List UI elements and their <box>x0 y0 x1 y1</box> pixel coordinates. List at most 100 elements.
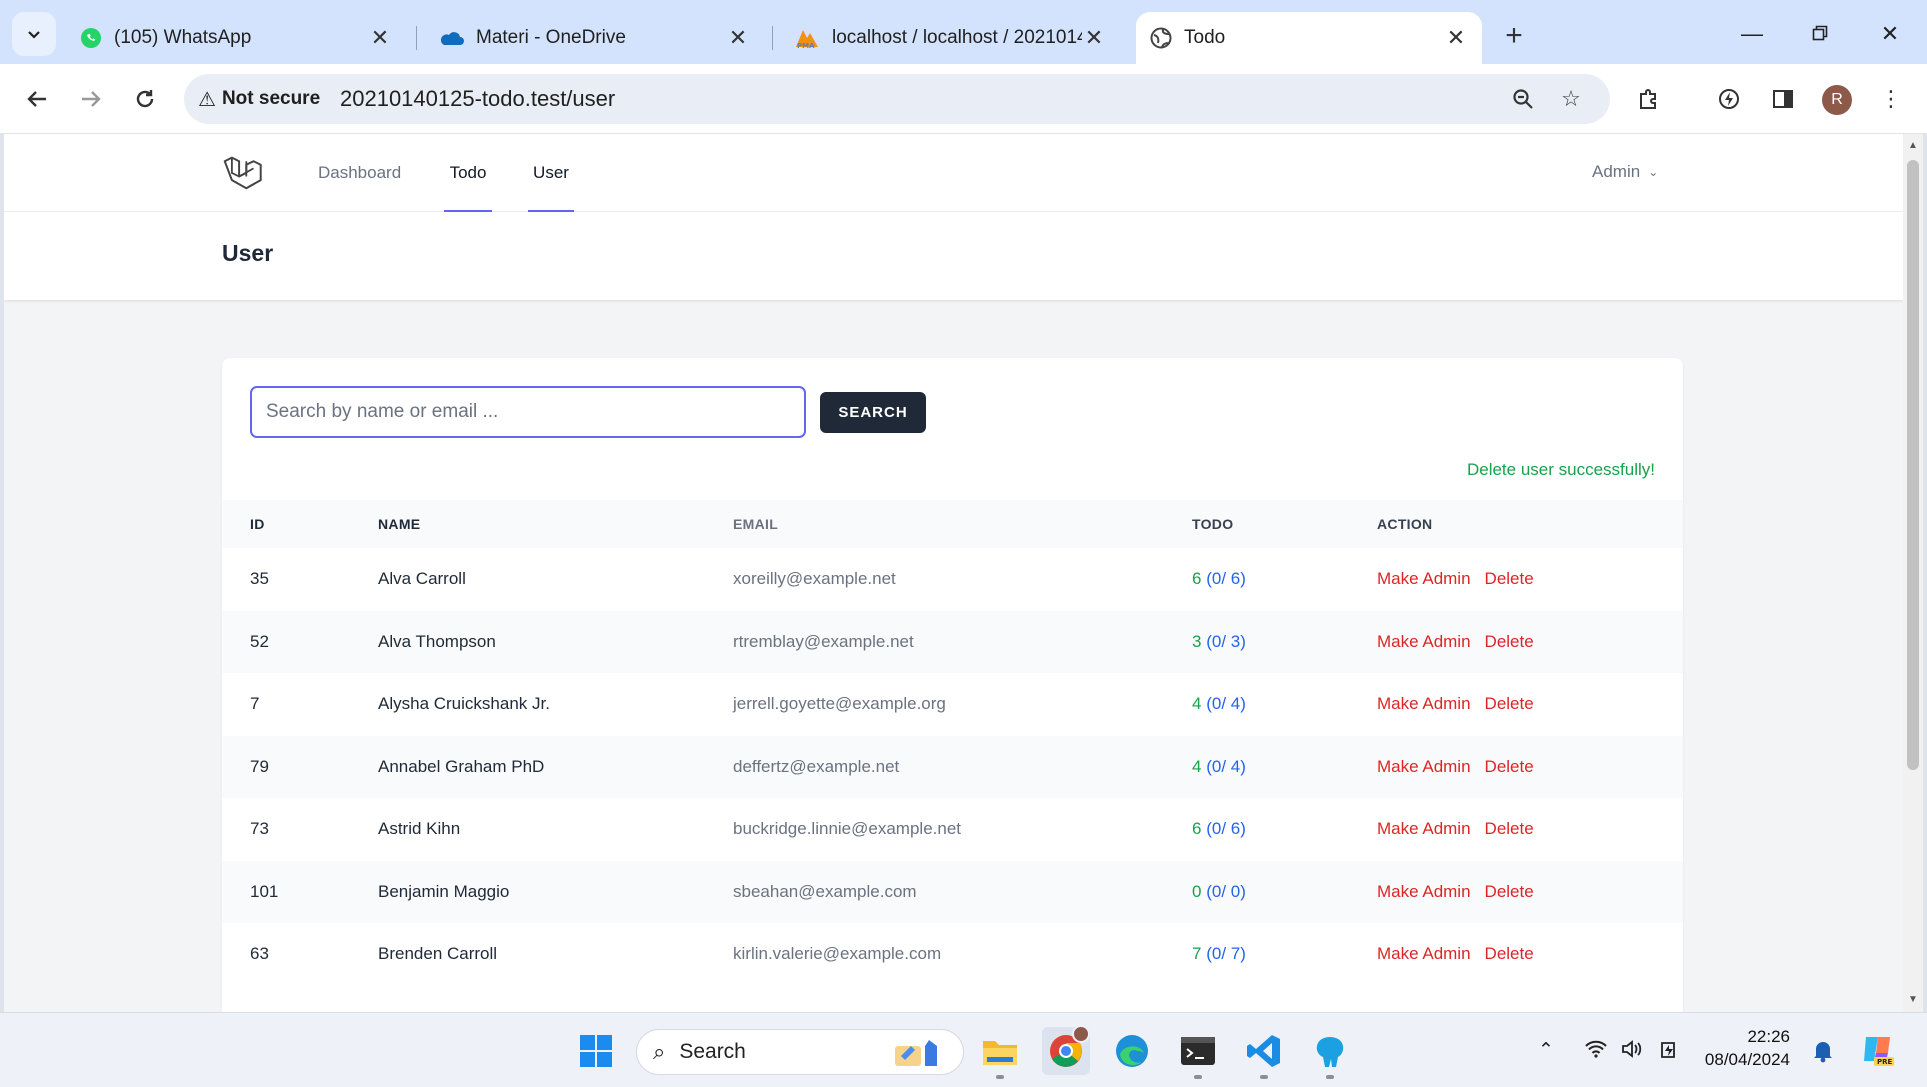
todo-progress: (0/ 6) <box>1206 569 1246 588</box>
forward-button[interactable] <box>70 78 112 120</box>
column-header-email: EMAIL <box>733 516 779 532</box>
make-admin-link[interactable]: Make Admin <box>1377 882 1471 901</box>
close-icon[interactable]: ✕ <box>1444 25 1468 51</box>
copilot-icon[interactable]: PRE <box>1860 1031 1896 1073</box>
page-scrollbar[interactable]: ▲ ▼ <box>1903 134 1923 1012</box>
account-name: Admin <box>1592 162 1641 181</box>
reload-button[interactable] <box>124 78 166 120</box>
windows-logo-icon <box>580 1035 612 1067</box>
nav-dashboard-link[interactable]: Dashboard <box>318 134 401 212</box>
url-text[interactable]: 20210140125-todo.test/user <box>340 74 615 124</box>
column-header-todo: TODO <box>1192 516 1234 532</box>
nav-user-link[interactable]: User <box>528 134 574 212</box>
taskbar-search-box[interactable]: ⌕ Search <box>636 1029 964 1075</box>
volume-icon[interactable] <box>1620 1039 1644 1065</box>
vscode-button[interactable] <box>1240 1027 1288 1079</box>
edge-button[interactable] <box>1108 1027 1156 1075</box>
whatsapp-icon <box>81 28 101 48</box>
svg-text:PRE: PRE <box>1877 1058 1893 1066</box>
cell-actions: Make Admin Delete <box>1377 861 1534 924</box>
scroll-thumb[interactable] <box>1907 160 1919 770</box>
cell-actions: Make Admin Delete <box>1377 798 1534 861</box>
nav-todo-link[interactable]: Todo <box>444 134 492 212</box>
arrow-left-icon <box>27 91 46 107</box>
tab-search-button[interactable] <box>12 12 56 56</box>
minimize-button[interactable]: — <box>1728 14 1776 54</box>
close-window-button[interactable]: ✕ <box>1866 14 1914 54</box>
scroll-up-icon[interactable]: ▲ <box>1907 140 1919 152</box>
delete-user-link[interactable]: Delete <box>1485 757 1534 776</box>
delete-user-link[interactable]: Delete <box>1485 882 1534 901</box>
chrome-button[interactable] <box>1042 1025 1090 1075</box>
scroll-down-icon[interactable]: ▼ <box>1907 994 1919 1006</box>
todo-count: 6 <box>1192 569 1202 588</box>
tab-todo[interactable]: Todo ✕ <box>1136 12 1482 64</box>
more-menu-icon[interactable]: ⋮ <box>1872 80 1910 118</box>
cell-actions: Make Admin Delete <box>1377 548 1534 611</box>
system-clock[interactable]: 22:26 08/04/2024 <box>1700 1025 1790 1071</box>
make-admin-link[interactable]: Make Admin <box>1377 944 1471 963</box>
back-button[interactable] <box>16 78 58 120</box>
delete-user-link[interactable]: Delete <box>1485 632 1534 651</box>
close-icon[interactable]: ✕ <box>368 25 392 51</box>
page-viewport: Dashboard Todo User Admin ⌄ User SEARCH … <box>4 134 1903 1012</box>
battery-charging-icon[interactable] <box>1656 1039 1682 1067</box>
tab-title: Materi - OneDrive <box>476 27 626 48</box>
cell-todo: 6 (0/ 6) <box>1192 798 1246 861</box>
close-icon[interactable]: ✕ <box>1082 25 1106 51</box>
make-admin-link[interactable]: Make Admin <box>1377 819 1471 838</box>
cell-email: kirlin.valerie@example.com <box>733 944 942 963</box>
tab-onedrive[interactable]: Materi - OneDrive ✕ <box>424 12 764 64</box>
performance-icon[interactable] <box>1710 80 1748 118</box>
reload-icon <box>136 90 154 108</box>
cell-name: Alysha Cruickshank Jr. <box>378 694 550 713</box>
make-admin-link[interactable]: Make Admin <box>1377 632 1471 651</box>
side-panel-icon[interactable] <box>1764 80 1802 118</box>
cell-todo: 0 (0/ 0) <box>1192 861 1246 924</box>
tray-overflow-chevron-icon[interactable]: ⌃ <box>1538 1039 1554 1062</box>
cell-actions: Make Admin Delete <box>1377 736 1534 799</box>
make-admin-link[interactable]: Make Admin <box>1377 569 1471 588</box>
notification-bell-icon[interactable] <box>1812 1039 1834 1069</box>
profile-avatar[interactable]: R <box>1822 85 1852 115</box>
todo-count: 0 <box>1192 881 1202 901</box>
address-bar[interactable]: ⚠ Not secure 20210140125-todo.test/user … <box>184 74 1610 124</box>
tab-whatsapp[interactable]: (105) WhatsApp ✕ <box>66 12 406 64</box>
account-dropdown[interactable]: Admin ⌄ <box>1592 162 1658 182</box>
user-table: ID NAME EMAIL TODO ACTION 35 Alva Carroll… <box>222 500 1683 986</box>
delete-user-link[interactable]: Delete <box>1485 819 1534 838</box>
edge-icon <box>1116 1035 1148 1067</box>
laravel-logo-icon[interactable] <box>222 154 264 196</box>
search-button[interactable]: SEARCH <box>820 392 926 433</box>
search-input[interactable] <box>250 386 806 438</box>
zoom-icon[interactable] <box>1506 82 1540 116</box>
page-header: User <box>4 212 1903 300</box>
delete-user-link[interactable]: Delete <box>1485 944 1534 963</box>
table-row: 7 Alysha Cruickshank Jr. jerrell.goyette@e… <box>222 673 1683 736</box>
cell-todo: 6 (0/ 6) <box>1192 548 1246 611</box>
restore-button[interactable] <box>1796 14 1844 54</box>
make-admin-link[interactable]: Make Admin <box>1377 757 1471 776</box>
tab-phpmyadmin[interactable]: PMA localhost / localhost / 2021014( ✕ <box>780 12 1120 64</box>
cell-id: 101 <box>250 881 279 901</box>
arrow-right-icon <box>82 91 101 107</box>
wifi-icon[interactable] <box>1584 1039 1608 1065</box>
svg-text:PMA: PMA <box>797 42 815 49</box>
mysql-workbench-button[interactable] <box>1306 1027 1354 1079</box>
close-icon[interactable]: ✕ <box>726 25 750 51</box>
delete-user-link[interactable]: Delete <box>1485 694 1534 713</box>
start-button[interactable] <box>572 1027 620 1075</box>
table-row: 101 Benjamin Maggio sbeahan@example.com 0 (… <box>222 860 1683 924</box>
file-explorer-button[interactable] <box>976 1027 1024 1079</box>
bookmark-star-icon[interactable]: ☆ <box>1554 82 1588 116</box>
extensions-icon[interactable] <box>1630 80 1668 118</box>
cell-actions: Make Admin Delete <box>1377 923 1534 986</box>
tab-title: (105) WhatsApp <box>114 27 252 48</box>
todo-count: 7 <box>1192 944 1202 963</box>
security-indicator[interactable]: ⚠ Not secure <box>198 80 320 118</box>
taskbar-search-label: Search <box>679 1040 746 1063</box>
new-tab-button[interactable]: + <box>1496 18 1532 54</box>
terminal-button[interactable] <box>1174 1027 1222 1079</box>
make-admin-link[interactable]: Make Admin <box>1377 694 1471 713</box>
delete-user-link[interactable]: Delete <box>1485 569 1534 588</box>
